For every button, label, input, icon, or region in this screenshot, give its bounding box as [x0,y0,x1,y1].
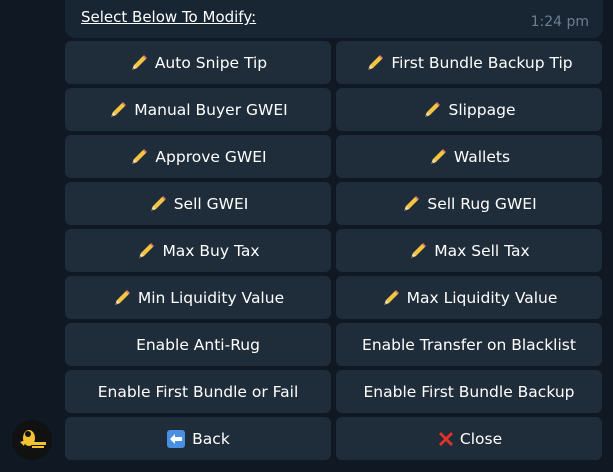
approve-gwei-button[interactable]: Approve GWEI [65,135,331,178]
pencil-icon [404,195,420,211]
button-label: Back [192,429,230,448]
bot-avatar[interactable] [12,420,52,460]
button-label: Sell GWEI [173,194,249,213]
enable-anti-rug-button[interactable]: Enable Anti-Rug [65,323,331,366]
button-label: Enable First Bundle Backup [363,382,575,401]
message-time: 1:24 pm [530,14,589,30]
button-label: Enable First Bundle or Fail [97,382,299,401]
min-liquidity-value-button[interactable]: Min Liquidity Value [65,276,331,319]
bot-logo-icon [12,420,52,460]
back-arrow-icon [167,429,186,448]
max-sell-tax-button[interactable]: Max Sell Tax [336,229,602,272]
wallets-button[interactable]: Wallets [336,135,602,178]
max-liquidity-value-button[interactable]: Max Liquidity Value [336,276,602,319]
pencil-icon [132,148,148,164]
close-button[interactable]: Close [336,417,602,460]
pencil-icon [430,148,446,164]
enable-first-bundle-or-fail-button[interactable]: Enable First Bundle or Fail [65,370,331,413]
first-bundle-backup-tip-button[interactable]: First Bundle Backup Tip [336,41,602,84]
slippage-button[interactable]: Slippage [336,88,602,131]
pencil-icon [150,195,166,211]
pencil-icon [425,101,441,117]
button-label: Manual Buyer GWEI [134,100,288,119]
button-label: Max Liquidity Value [406,288,558,307]
button-label: Sell Rug GWEI [427,194,537,213]
button-label: Max Buy Tax [162,241,260,260]
button-label: First Bundle Backup Tip [391,53,573,72]
auto-snipe-tip-button[interactable]: Auto Snipe Tip [65,41,331,84]
pencil-icon [131,54,147,70]
button-label: Wallets [453,147,511,166]
enable-transfer-on-blacklist-button[interactable]: Enable Transfer on Blacklist [336,323,602,366]
pencil-icon [383,289,399,305]
button-label: Auto Snipe Tip [154,53,268,72]
close-x-icon [438,431,453,446]
enable-first-bundle-backup-button[interactable]: Enable First Bundle Backup [336,370,602,413]
pencil-icon [368,54,384,70]
button-label: Enable Transfer on Blacklist [362,335,576,354]
button-label: Max Sell Tax [434,241,530,260]
back-button[interactable]: Back [65,417,331,460]
max-buy-tax-button[interactable]: Max Buy Tax [65,229,331,272]
button-label: Enable Anti-Rug [136,335,260,354]
pencil-icon [111,101,127,117]
button-label: Min Liquidity Value [137,288,285,307]
button-label: Slippage [448,100,516,119]
button-label: Close [459,429,503,448]
message-bubble: Select Below To Modify: 1:24 pm [65,0,603,38]
sell-gwei-button[interactable]: Sell GWEI [65,182,331,225]
pencil-icon [411,242,427,258]
message-title: Select Below To Modify: [81,8,257,26]
button-label: Approve GWEI [155,147,267,166]
pencil-icon [139,242,155,258]
inline-keyboard: Auto Snipe Tip First Bundle Backup Tip M… [65,41,602,460]
sell-rug-gwei-button[interactable]: Sell Rug GWEI [336,182,602,225]
manual-buyer-gwei-button[interactable]: Manual Buyer GWEI [65,88,331,131]
pencil-icon [114,289,130,305]
